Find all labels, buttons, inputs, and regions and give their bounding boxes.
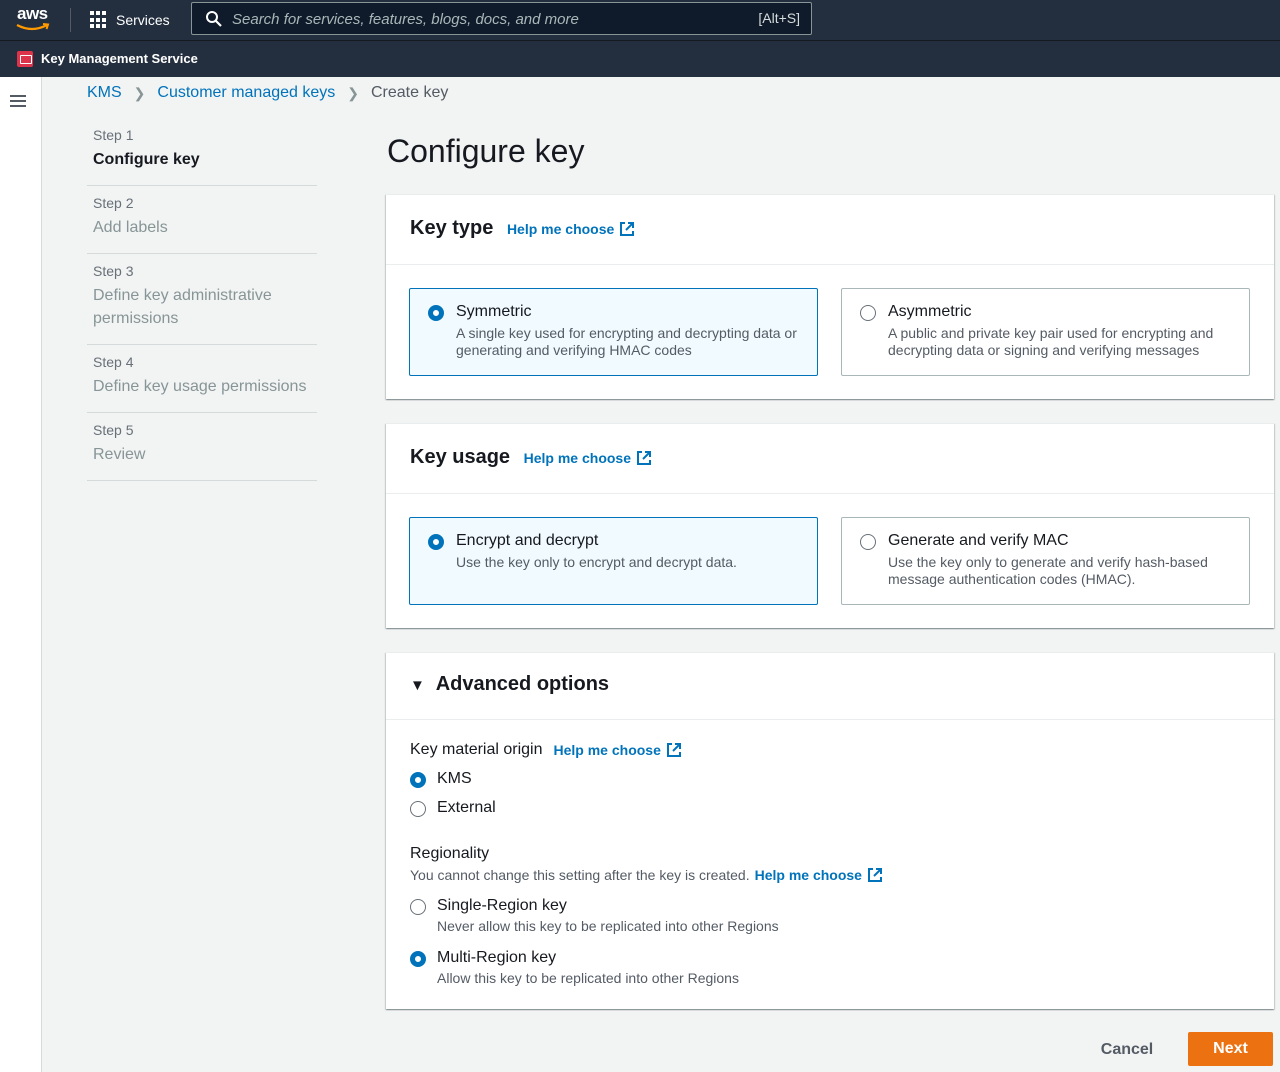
service-bar: Key Management Service bbox=[0, 40, 1280, 77]
panel-header: Key usage Help me choose bbox=[386, 424, 1274, 494]
side-navigation-rail bbox=[0, 77, 42, 1072]
key-usage-panel: Key usage Help me choose Encrypt and dec… bbox=[386, 423, 1274, 628]
panel-header: Key type Help me choose bbox=[386, 195, 1274, 265]
next-button[interactable]: Next bbox=[1188, 1032, 1273, 1066]
radio-selected-icon[interactable] bbox=[428, 305, 444, 321]
tile-description: A single key used for encrypting and dec… bbox=[456, 325, 797, 358]
tile-title: Asymmetric bbox=[888, 303, 972, 320]
cancel-button[interactable]: Cancel bbox=[1085, 1033, 1169, 1066]
key-type-asymmetric-tile[interactable]: Asymmetric A public and private key pair… bbox=[841, 288, 1250, 376]
menu-hamburger-icon[interactable] bbox=[10, 95, 26, 107]
radio-selected-icon[interactable] bbox=[428, 534, 444, 550]
chevron-right-icon: ❯ bbox=[133, 84, 146, 101]
key-material-origin-label-row: Key material origin Help me choose bbox=[410, 741, 682, 759]
key-material-origin-label: Key material origin bbox=[410, 741, 543, 758]
help-me-choose-link[interactable]: Help me choose bbox=[507, 221, 635, 237]
tile-title: Encrypt and decrypt bbox=[456, 532, 599, 549]
caret-down-icon: ▼ bbox=[410, 677, 425, 694]
radio-unselected-icon[interactable] bbox=[860, 534, 876, 550]
step-number: Step 3 bbox=[93, 263, 134, 279]
aws-logo-text: aws bbox=[17, 4, 48, 23]
breadcrumb-current: Create key bbox=[371, 84, 449, 101]
key-usage-mac-tile[interactable]: Generate and verify MAC Use the key only… bbox=[841, 517, 1250, 605]
key-type-panel: Key type Help me choose Symmetric A sing… bbox=[386, 194, 1274, 399]
step-number: Step 4 bbox=[93, 354, 134, 370]
panel-heading: Key usage Help me choose bbox=[410, 446, 652, 469]
advanced-options-heading: Advanced options bbox=[435, 673, 610, 695]
help-link-label: Help me choose bbox=[506, 221, 615, 237]
tile-description: Use the key only to generate and verify … bbox=[888, 554, 1208, 587]
tile-title: Generate and verify MAC bbox=[888, 532, 1069, 549]
step-number: Step 1 bbox=[93, 127, 134, 143]
nav-divider bbox=[70, 8, 71, 32]
kms-service-icon bbox=[17, 51, 33, 67]
external-link-icon bbox=[867, 868, 882, 882]
step-label: Configure key bbox=[93, 151, 200, 168]
step-number: Step 5 bbox=[93, 422, 134, 438]
help-me-choose-link[interactable]: Help me choose bbox=[554, 742, 682, 758]
help-me-choose-link[interactable]: Help me choose bbox=[524, 450, 652, 466]
aws-smile-icon bbox=[16, 23, 50, 31]
help-me-choose-link[interactable]: Help me choose bbox=[755, 867, 883, 883]
breadcrumb: KMS ❯ Customer managed keys ❯ Create key bbox=[87, 84, 448, 102]
services-grid-icon bbox=[90, 11, 108, 29]
panel-heading: Key type Help me choose bbox=[410, 217, 635, 240]
step-label: Define key usage permissions bbox=[93, 378, 307, 395]
radio-unselected-icon[interactable] bbox=[410, 899, 426, 915]
regionality-label: Regionality bbox=[410, 845, 490, 862]
step-4: Step 4 Define key usage permissions bbox=[87, 345, 317, 413]
tile-description: A public and private key pair used for e… bbox=[888, 325, 1214, 358]
chevron-right-icon: ❯ bbox=[347, 84, 359, 101]
radio-unselected-icon[interactable] bbox=[410, 801, 426, 817]
services-label: Services bbox=[116, 12, 170, 28]
search-input[interactable] bbox=[232, 8, 732, 30]
step-1: Step 1 Configure key bbox=[87, 118, 317, 186]
external-link-icon bbox=[637, 451, 651, 465]
key-usage-encrypt-decrypt-tile[interactable]: Encrypt and decrypt Use the key only to … bbox=[409, 517, 818, 605]
search-box[interactable]: [Alt+S] bbox=[191, 2, 812, 35]
radio-selected-icon[interactable] bbox=[410, 951, 426, 967]
step-label: Review bbox=[93, 446, 146, 463]
help-link-label: Help me choose bbox=[553, 742, 661, 758]
key-type-symmetric-tile[interactable]: Symmetric A single key used for encrypti… bbox=[409, 288, 818, 376]
option-label: Single-Region key bbox=[437, 897, 567, 914]
radio-selected-icon[interactable] bbox=[410, 772, 426, 788]
step-label: Define key administrative permissions bbox=[93, 287, 272, 327]
key-type-heading: Key type bbox=[410, 217, 494, 239]
advanced-options-header[interactable]: ▼ Advanced options bbox=[386, 653, 1274, 720]
regionality-note: You cannot change this setting after the… bbox=[410, 867, 750, 883]
step-number: Step 2 bbox=[93, 195, 134, 211]
tile-description: Use the key only to encrypt and decrypt … bbox=[456, 554, 737, 570]
key-usage-heading: Key usage bbox=[410, 446, 511, 468]
top-navigation-bar: aws Services [Alt+S] bbox=[0, 0, 1280, 40]
radio-unselected-icon[interactable] bbox=[860, 305, 876, 321]
search-shortcut-hint: [Alt+S] bbox=[758, 10, 800, 26]
step-5: Step 5 Review bbox=[87, 413, 317, 481]
external-link-icon bbox=[666, 743, 681, 757]
search-icon bbox=[206, 11, 222, 27]
wizard-steps: Step 1 Configure key Step 2 Add labels S… bbox=[87, 118, 317, 481]
option-label: KMS bbox=[437, 770, 472, 787]
step-label: Add labels bbox=[93, 219, 168, 236]
step-3: Step 3 Define key administrative permiss… bbox=[87, 254, 317, 345]
page-title: Configure key bbox=[387, 133, 585, 169]
option-label: External bbox=[437, 799, 496, 816]
tile-title: Symmetric bbox=[456, 303, 532, 320]
help-link-label: Help me choose bbox=[523, 450, 631, 466]
regionality-note-row: You cannot change this setting after the… bbox=[410, 867, 883, 883]
external-link-icon bbox=[620, 222, 635, 236]
option-label: Multi-Region key bbox=[437, 949, 557, 966]
breadcrumb-customer-managed-keys[interactable]: Customer managed keys bbox=[157, 84, 335, 102]
step-2: Step 2 Add labels bbox=[87, 186, 317, 254]
help-link-label: Help me choose bbox=[754, 867, 862, 883]
advanced-options-panel: ▼ Advanced options Key material origin H… bbox=[386, 652, 1274, 1009]
breadcrumb-kms[interactable]: KMS bbox=[87, 84, 122, 102]
panel-heading: ▼ Advanced options bbox=[410, 673, 609, 696]
option-description: Allow this key to be replicated into oth… bbox=[437, 970, 739, 986]
services-menu-button[interactable]: Services bbox=[90, 9, 170, 31]
service-name-link[interactable]: Key Management Service bbox=[41, 51, 198, 66]
aws-logo[interactable]: aws bbox=[15, 4, 53, 34]
option-description: Never allow this key to be replicated in… bbox=[437, 918, 779, 934]
